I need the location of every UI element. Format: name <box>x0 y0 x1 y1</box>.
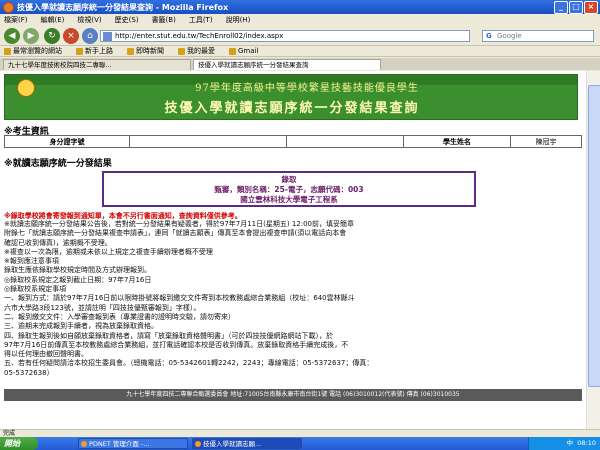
reload-icon[interactable]: ↻ <box>44 28 60 44</box>
menu-file[interactable]: 檔案(F) <box>4 15 28 25</box>
firefox-icon <box>3 1 14 13</box>
name-value: 陳冠宇 <box>510 135 582 148</box>
bookmark-item[interactable]: 最常瀏覽的網站 <box>4 46 62 56</box>
instructions-text: ※就讀志願序統一分發結果公告後，若對統一分發結果有疑義者，得於97年7月11日(… <box>4 220 374 377</box>
bookmark-icon <box>178 47 185 55</box>
url-bar[interactable]: http://enter.stut.edu.tw/TechEnroll02/in… <box>100 30 470 42</box>
bookmark-icon <box>127 47 134 55</box>
ime-indicator[interactable]: 中 <box>567 439 574 447</box>
tab-strip: 九十七學年度技術校院四技二專聯... 技優入學就讀志願序統一分發結果查詢 <box>0 58 600 70</box>
scrollbar-thumb[interactable] <box>588 85 600 387</box>
vertical-scrollbar[interactable] <box>586 71 600 429</box>
maximize-button[interactable]: □ <box>569 1 583 14</box>
name-label: 學生姓名 <box>403 135 511 148</box>
minimize-button[interactable]: _ <box>554 1 568 14</box>
close-button[interactable]: × <box>584 1 598 14</box>
home-icon[interactable]: ⌂ <box>82 28 98 44</box>
firefox-icon <box>195 441 201 447</box>
bookmark-item[interactable]: 即時新聞 <box>127 46 164 56</box>
banner-title: 技優入學就讀志願序統一分發結果查詢 <box>164 101 420 116</box>
bookmark-item[interactable]: 新手上路 <box>76 46 113 56</box>
bookmark-item[interactable]: Gmail <box>229 47 258 55</box>
forward-icon[interactable]: ▶ <box>23 28 39 44</box>
menu-view[interactable]: 檢視(V) <box>77 15 101 25</box>
menu-bar: 檔案(F) 編輯(E) 檢視(V) 歷史(S) 書籤(B) 工具(T) 說明(H… <box>0 14 600 26</box>
page-content: 97學年度高級中等學校繁星技藝技能優良學生 技優入學就讀志願序統一分發結果查詢 … <box>0 71 586 429</box>
result-heading: ※就讀志願序統一分發結果 <box>4 159 112 169</box>
url-text: http://enter.stut.edu.tw/TechEnroll02/in… <box>115 32 284 40</box>
menu-tools[interactable]: 工具(T) <box>189 15 213 25</box>
result-status: 錄取 <box>281 175 297 184</box>
taskbar-item-active[interactable]: 技優入學就讀志願... <box>192 438 302 449</box>
taskbar-item[interactable]: PDNET 管理介面 -... <box>78 438 188 449</box>
navigation-toolbar: ◀ ▶ ↻ × ⌂ http://enter.stut.edu.tw/TechE… <box>0 26 600 46</box>
result-category: 甄審，類別名稱：25-電子，志願代碼：003 <box>214 185 364 194</box>
tab-item[interactable]: 九十七學年度技術校院四技二專聯... <box>3 59 191 70</box>
window-title-bar: 技優入學就讀志願序統一分發結果查詢 - Mozilla Firefox _ □ … <box>0 0 600 14</box>
bookmark-icon <box>4 47 11 55</box>
menu-help[interactable]: 說明(H) <box>226 15 251 25</box>
stop-icon[interactable]: × <box>63 28 79 44</box>
menu-edit[interactable]: 編輯(E) <box>41 15 65 25</box>
page-banner: 97學年度高級中等學校繁星技藝技能優良學生 技優入學就讀志願序統一分發結果查詢 <box>4 74 578 120</box>
bookmark-icon <box>76 47 83 55</box>
search-input[interactable]: G Google <box>482 30 594 42</box>
id-value <box>129 135 287 148</box>
app-icon <box>81 441 87 447</box>
menu-bookmarks[interactable]: 書籤(B) <box>152 15 176 25</box>
back-icon[interactable]: ◀ <box>4 28 20 44</box>
banner-subtitle: 97學年度高級中等學校繁星技藝技能優良學生 <box>195 83 419 94</box>
status-bar: 完成 <box>0 429 600 437</box>
favicon-icon <box>103 32 112 41</box>
page-footer: 九十七學年度四技二專聯合甄選委員會 地址:71005台南縣永康市南台街1號 電話… <box>4 389 582 401</box>
student-info-table: 身分證字號 學生姓名 陳冠宇 <box>4 135 582 148</box>
tab-item-active[interactable]: 技優入學就讀志願序統一分發結果查詢 <box>193 59 381 70</box>
search-placeholder: Google <box>497 32 522 40</box>
taskbar: 開始 PDNET 管理介面 -... 技優入學就讀志願... 中 08:10 <box>0 437 600 450</box>
menu-history[interactable]: 歷史(S) <box>115 15 139 25</box>
result-department: 國立雲林科技大學電子工程系 <box>240 195 338 204</box>
system-tray: 中 08:10 <box>528 437 600 450</box>
gmail-icon <box>229 47 236 55</box>
id-label: 身分證字號 <box>4 135 130 148</box>
google-icon: G <box>486 32 492 40</box>
start-button[interactable]: 開始 <box>0 437 38 450</box>
bookmarks-toolbar: 最常瀏覽的網站 新手上路 即時新聞 我的最愛 Gmail <box>0 46 600 57</box>
bookmark-item[interactable]: 我的最愛 <box>178 46 215 56</box>
school-logo-icon <box>17 79 35 97</box>
clock: 08:10 <box>577 439 596 447</box>
window-title: 技優入學就讀志願序統一分發結果查詢 - Mozilla Firefox <box>17 2 229 12</box>
result-box: 錄取 甄審，類別名稱：25-電子，志願代碼：003 國立雲林科技大學電子工程系 <box>102 171 476 207</box>
